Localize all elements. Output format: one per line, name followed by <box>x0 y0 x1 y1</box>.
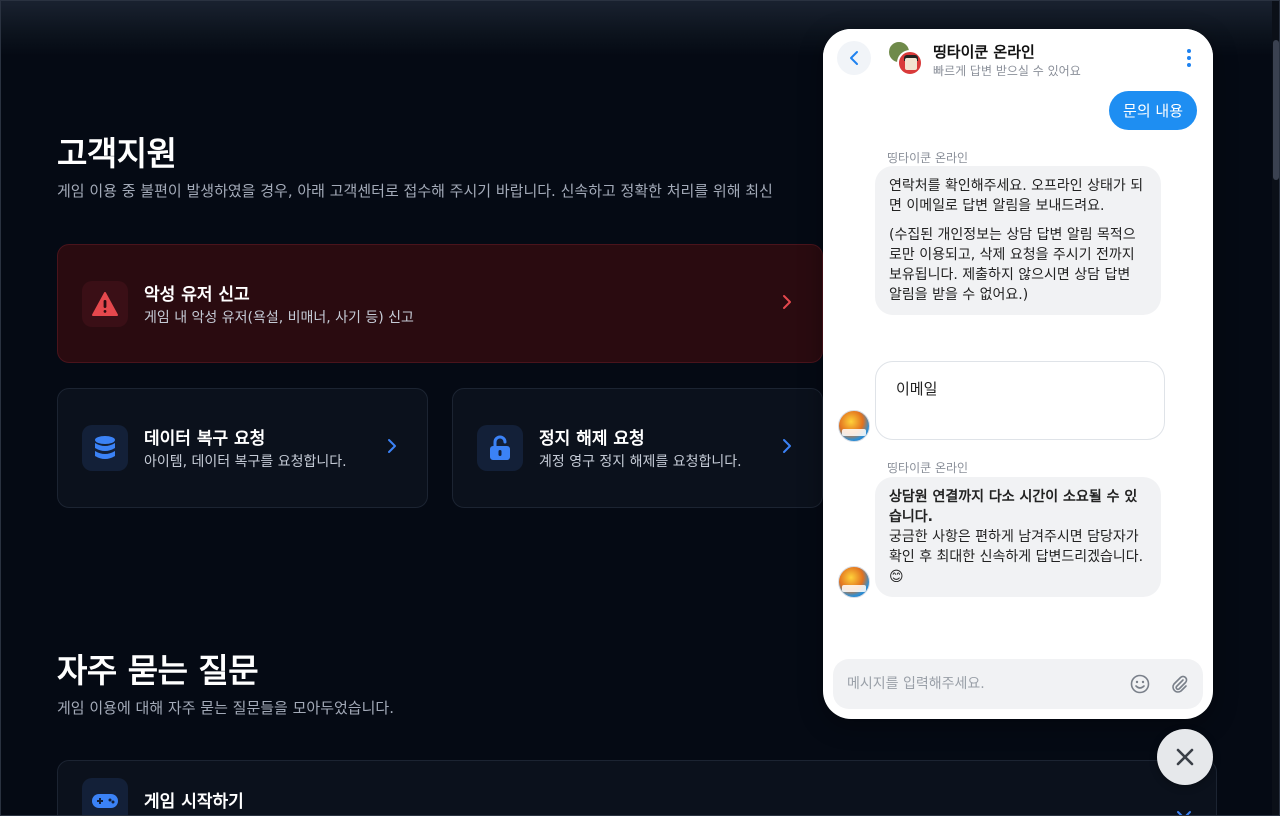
chevron-right-icon <box>782 438 792 458</box>
data-recovery-title: 데이터 복구 요청 <box>144 429 266 449</box>
user-message: 문의 내용 <box>1109 91 1197 130</box>
bot-message-text: (수집된 개인정보는 상담 답변 알림 목적으로만 이용되고, 삭제 요청을 주… <box>889 227 1136 303</box>
faq-title: 자주 묻는 질문 <box>57 651 259 690</box>
smile-icon[interactable] <box>1129 673 1151 695</box>
bot-message-bold: 상담원 연결까지 다소 시간이 소요될 수 있습니다. <box>889 489 1138 525</box>
data-recovery-card[interactable]: 데이터 복구 요청 아이템, 데이터 복구를 요청합니다. <box>57 388 428 508</box>
unban-request-title: 정지 해제 요청 <box>539 429 645 449</box>
gamepad-icon <box>82 778 128 816</box>
agent-avatar <box>897 50 923 76</box>
unlock-icon <box>477 425 523 471</box>
bot-message: 연락처를 확인해주세요. 오프라인 상태가 되면 이메일로 답변 알림을 보내드… <box>875 166 1161 315</box>
bot-message-text: 궁금한 사항은 편하게 남겨주시면 담당자가 확인 후 최대한 신속하게 답변드… <box>889 529 1144 585</box>
chevron-down-icon <box>1176 805 1192 816</box>
bot-sender-name: 띵타이쿤 온라인 <box>887 151 969 165</box>
bot-message-text: 연락처를 확인해주세요. 오프라인 상태가 되면 이메일로 답변 알림을 보내드… <box>889 178 1144 214</box>
more-vertical-icon[interactable] <box>1185 49 1193 71</box>
chat-header: 띵타이쿤 온라인 빠르게 답변 받으실 수 있어요 <box>823 29 1213 89</box>
message-input[interactable] <box>847 659 1117 709</box>
bot-avatar <box>838 566 870 598</box>
chat-avatar <box>887 40 927 78</box>
support-description: 게임 이용 중 불편이 발생하였을 경우, 아래 고객센터로 접수해 주시기 바… <box>57 182 773 200</box>
unban-request-subtitle: 계정 영구 정지 해제를 요청합니다. <box>539 454 742 470</box>
chat-name: 띵타이쿤 온라인 <box>933 43 1035 61</box>
email-field-label: 이메일 <box>896 380 938 398</box>
faq-item-title: 게임 시작하기 <box>144 792 244 812</box>
chat-status: 빠르게 답변 받으실 수 있어요 <box>933 64 1081 78</box>
email-form-card[interactable]: 이메일 <box>875 361 1165 440</box>
page-scrollbar[interactable] <box>1272 0 1280 816</box>
back-button[interactable] <box>837 41 871 75</box>
database-icon <box>82 425 128 471</box>
close-icon <box>1176 748 1194 766</box>
message-input-bar <box>833 659 1203 709</box>
warning-icon <box>82 280 128 327</box>
faq-item[interactable]: 게임 시작하기 <box>57 760 1217 816</box>
paperclip-icon[interactable] <box>1168 673 1190 695</box>
page-scrollbar-thumb[interactable] <box>1273 40 1279 180</box>
unban-request-card[interactable]: 정지 해제 요청 계정 영구 정지 해제를 요청합니다. <box>452 388 823 508</box>
bot-message: 상담원 연결까지 다소 시간이 소요될 수 있습니다. 궁금한 사항은 편하게 … <box>875 477 1161 597</box>
close-chat-button[interactable] <box>1157 729 1213 785</box>
chevron-right-icon <box>387 438 397 458</box>
bot-avatar <box>838 410 870 442</box>
chat-widget: 띵타이쿤 온라인 빠르게 답변 받으실 수 있어요 문의 내용 띵타이쿤 온라인… <box>823 29 1213 719</box>
report-card-subtitle: 게임 내 악성 유저(욕설, 비매너, 사기 등) 신고 <box>144 310 414 326</box>
support-title: 고객지원 <box>57 134 177 173</box>
bot-sender-name: 띵타이쿤 온라인 <box>887 461 969 475</box>
data-recovery-subtitle: 아이템, 데이터 복구를 요청합니다. <box>144 454 347 470</box>
report-card-title: 악성 유저 신고 <box>144 285 250 305</box>
chevron-left-icon <box>850 51 858 65</box>
chevron-right-icon <box>782 294 792 314</box>
report-card[interactable]: 악성 유저 신고 게임 내 악성 유저(욕설, 비매너, 사기 등) 신고 <box>57 244 823 363</box>
faq-description: 게임 이용에 대해 자주 묻는 질문들을 모아두었습니다. <box>57 699 394 717</box>
